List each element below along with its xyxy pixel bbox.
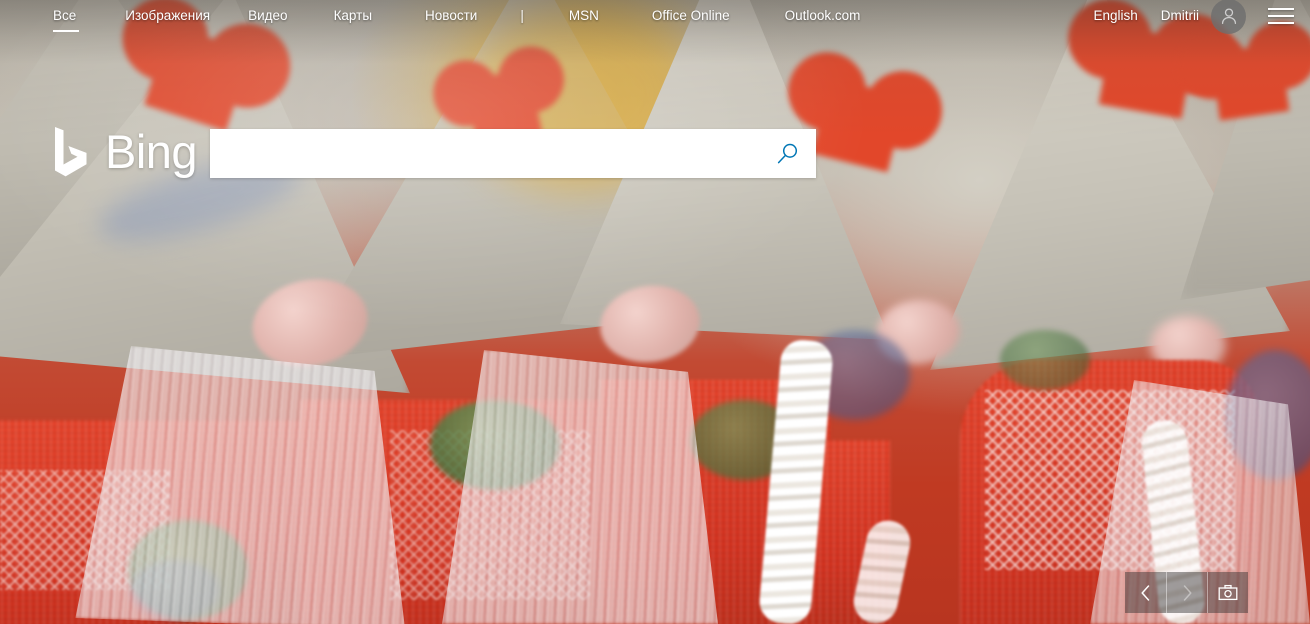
image-info-button[interactable] <box>1207 572 1248 613</box>
nav-item-all-label: Все <box>53 8 77 23</box>
hamburger-bar <box>1268 8 1294 10</box>
nav-item-videos[interactable]: Видео <box>248 0 287 32</box>
bing-homepage: Все Изображения Видео Карты Новости | MS… <box>0 0 1310 624</box>
search-button[interactable] <box>760 129 816 178</box>
bing-wordmark: Bing <box>105 125 198 178</box>
nav-separator: | <box>520 8 524 23</box>
nav-item-images[interactable]: Изображения <box>125 0 210 32</box>
nav-item-msn[interactable]: MSN <box>569 0 599 32</box>
chevron-left-icon <box>1140 584 1149 601</box>
previous-image-button[interactable] <box>1125 572 1166 613</box>
avatar[interactable] <box>1211 0 1246 34</box>
nav-item-news[interactable]: Новости <box>425 0 477 32</box>
camera-icon <box>1218 584 1238 600</box>
search-box[interactable] <box>210 129 816 178</box>
background-shape <box>1000 330 1090 390</box>
language-link[interactable]: English <box>1093 0 1137 32</box>
person-icon <box>1221 8 1236 25</box>
nav-left-group: Все Изображения Видео Карты Новости | MS… <box>0 0 860 32</box>
image-controls <box>1125 572 1248 613</box>
search-input[interactable] <box>210 130 760 177</box>
background-shape <box>1210 43 1290 121</box>
background-image <box>0 0 1310 624</box>
hamburger-bar <box>1268 15 1294 17</box>
bing-logo-icon <box>55 127 87 177</box>
hamburger-bar <box>1268 22 1294 24</box>
nav-item-maps[interactable]: Карты <box>334 0 372 32</box>
search-icon <box>777 143 798 163</box>
hamburger-menu-icon[interactable] <box>1268 6 1294 26</box>
top-navigation: Все Изображения Видео Карты Новости | MS… <box>0 0 1310 34</box>
next-image-button[interactable] <box>1166 572 1207 613</box>
nav-right-group: English Dmitrii <box>1093 0 1310 34</box>
active-tab-underline <box>53 30 79 32</box>
nav-item-all[interactable]: Все <box>53 0 79 32</box>
nav-item-office-online[interactable]: Office Online <box>652 0 730 32</box>
chevron-right-icon <box>1183 584 1192 601</box>
nav-item-outlook[interactable]: Outlook.com <box>785 0 861 32</box>
bing-logo[interactable]: Bing <box>53 125 198 178</box>
background-shape <box>75 344 414 624</box>
user-name-link[interactable]: Dmitrii <box>1161 0 1199 32</box>
